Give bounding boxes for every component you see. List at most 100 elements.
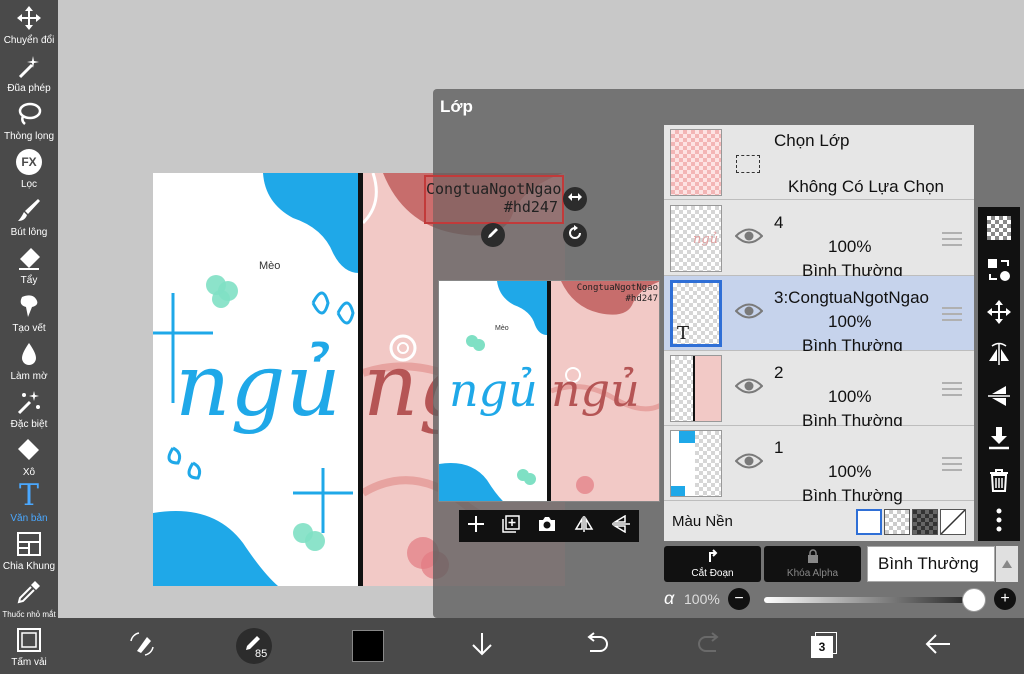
layer-thumbnail: [670, 355, 722, 422]
tool-brush[interactable]: Bút lông: [0, 194, 58, 242]
preview-word-right: ngủ: [551, 363, 640, 417]
tool-label: Đặc biệt: [10, 419, 48, 430]
layer-thumbnail: ngủ: [670, 205, 722, 272]
blend-mode-select[interactable]: Bình Thường: [867, 546, 995, 582]
flip-horizontal-icon[interactable]: [574, 515, 594, 538]
tool-lasso[interactable]: Thòng lọng: [0, 98, 58, 146]
tool-label: Đũa phép: [7, 83, 51, 94]
quick-actions-button[interactable]: [124, 628, 160, 664]
brush-size-value: 85: [255, 648, 268, 660]
tool-label: Chuyển đổi: [3, 35, 55, 46]
undo-button[interactable]: [578, 628, 614, 664]
tool-eyedropper[interactable]: Thuốc nhỏ mắt: [0, 576, 58, 624]
bg-transparent-swatch[interactable]: [884, 509, 910, 535]
download-button[interactable]: [464, 628, 500, 664]
lasso-icon: [14, 99, 44, 129]
layer-row[interactable]: ngủ 4 100% Bình Thường: [664, 201, 974, 280]
preview-label: Mèo: [495, 325, 509, 332]
layer-list: Chọn Lớp Không Có Lựa Chọn ngủ 4 100% Bì…: [664, 125, 974, 541]
tool-canvas[interactable]: Tấm vải: [0, 624, 58, 672]
blend-mode-arrow-icon[interactable]: [996, 546, 1018, 582]
drag-handle-icon[interactable]: [942, 382, 962, 400]
bg-none-swatch[interactable]: [940, 509, 966, 535]
layer-row[interactable]: 2 100% Bình Thường: [664, 351, 974, 430]
tool-transform[interactable]: Chuyển đổi: [0, 2, 58, 50]
tool-smudge[interactable]: Tạo vết: [0, 290, 58, 338]
lock-icon: [806, 549, 820, 568]
tool-magic-wand[interactable]: Đũa phép: [0, 50, 58, 98]
layer-opacity: 100%: [828, 462, 872, 481]
opacity-decrease-button[interactable]: −: [728, 588, 750, 610]
layer-opacity: 100%: [828, 237, 872, 256]
layer-name: 4: [774, 213, 784, 232]
swap-layers-icon[interactable]: [986, 257, 1012, 283]
flip-vertical-icon[interactable]: [611, 514, 631, 538]
brush-size-button[interactable]: 85: [236, 628, 272, 664]
drag-handle-icon[interactable]: [942, 457, 962, 475]
arrow-left-icon: [924, 631, 952, 662]
tool-eraser[interactable]: Tẩy: [0, 242, 58, 290]
left-toolbar: Chuyển đổi Đũa phép Thòng lọng FX Lọc Bú…: [0, 0, 58, 674]
selection-rect-icon: [736, 155, 760, 173]
layer-thumbnail: [670, 430, 722, 497]
alpha-lock-button[interactable]: Khóa Alpha: [764, 546, 861, 582]
flip-layer-horizontal-icon[interactable]: [986, 341, 1012, 367]
add-layer-icon[interactable]: [467, 515, 485, 538]
layer-row-selected[interactable]: T 3:CongtuaNgotNgao 100% Bình Thường: [664, 276, 974, 355]
transparency-checker-icon[interactable]: [986, 215, 1012, 241]
select-layer-row[interactable]: Chọn Lớp Không Có Lựa Chọn: [664, 125, 974, 200]
horizontal-arrows-icon: [567, 189, 583, 210]
flip-layer-vertical-icon[interactable]: [986, 383, 1012, 409]
selection-status: Không Có Lựa Chọn: [788, 177, 944, 196]
eye-icon[interactable]: [734, 452, 764, 475]
move-layer-icon[interactable]: [986, 299, 1012, 325]
add-layer-copy-icon[interactable]: [502, 514, 520, 538]
rotate-handle[interactable]: [563, 223, 587, 247]
panel-title: Lớp: [440, 97, 473, 116]
more-options-icon[interactable]: [986, 507, 1012, 533]
merge-down-icon[interactable]: [986, 425, 1012, 451]
bg-dark-swatch[interactable]: [912, 509, 938, 535]
eye-icon[interactable]: [734, 302, 764, 325]
eye-icon[interactable]: [734, 227, 764, 250]
tool-blur[interactable]: Làm mờ: [0, 338, 58, 386]
trash-icon[interactable]: [986, 467, 1012, 493]
resize-handle[interactable]: [563, 187, 587, 211]
tool-frame-divider[interactable]: Chia Khung: [0, 528, 58, 576]
opacity-value: 100%: [684, 591, 720, 607]
eye-icon[interactable]: [734, 377, 764, 400]
back-button[interactable]: [920, 628, 956, 664]
clipping-button[interactable]: Cắt Đoạn: [664, 546, 761, 582]
frame-divider-icon: [14, 529, 44, 559]
bucket-icon: [14, 435, 44, 465]
tool-bucket[interactable]: Xô: [0, 434, 58, 482]
layer-count: 3: [818, 640, 826, 654]
text-selection-box[interactable]: CongtuaNgotNgao #hd247: [424, 175, 564, 224]
layer-row[interactable]: 1 100% Bình Thường: [664, 426, 974, 505]
drag-handle-icon[interactable]: [942, 232, 962, 250]
current-color-swatch: [352, 630, 384, 662]
opacity-slider-thumb[interactable]: [962, 588, 986, 612]
rotate-icon: [567, 224, 583, 246]
bg-white-swatch[interactable]: [856, 509, 882, 535]
edit-text-button[interactable]: [481, 223, 505, 247]
special-sparkle-icon: [14, 387, 44, 417]
color-swatch-button[interactable]: [350, 628, 386, 664]
brush-icon: [14, 195, 44, 225]
opacity-increase-button[interactable]: +: [994, 588, 1016, 610]
eraser-icon: [14, 243, 44, 273]
layers-button[interactable]: 3: [806, 628, 842, 664]
tool-filter[interactable]: FX Lọc: [0, 146, 58, 194]
clipping-label: Cắt Đoạn: [691, 568, 734, 579]
redo-button[interactable]: [692, 628, 728, 664]
opacity-slider-track[interactable]: [764, 597, 974, 603]
tool-text[interactable]: T Văn bản: [0, 480, 58, 528]
drag-handle-icon[interactable]: [942, 307, 962, 325]
camera-icon[interactable]: [537, 515, 557, 538]
arrow-down-icon: [469, 631, 495, 662]
tool-special[interactable]: Đặc biệt: [0, 386, 58, 434]
text-tool-icon: T: [18, 478, 39, 513]
layer-name: 2: [774, 363, 784, 382]
tool-label: Bút lông: [10, 227, 48, 238]
move-arrows-icon: [14, 3, 44, 33]
